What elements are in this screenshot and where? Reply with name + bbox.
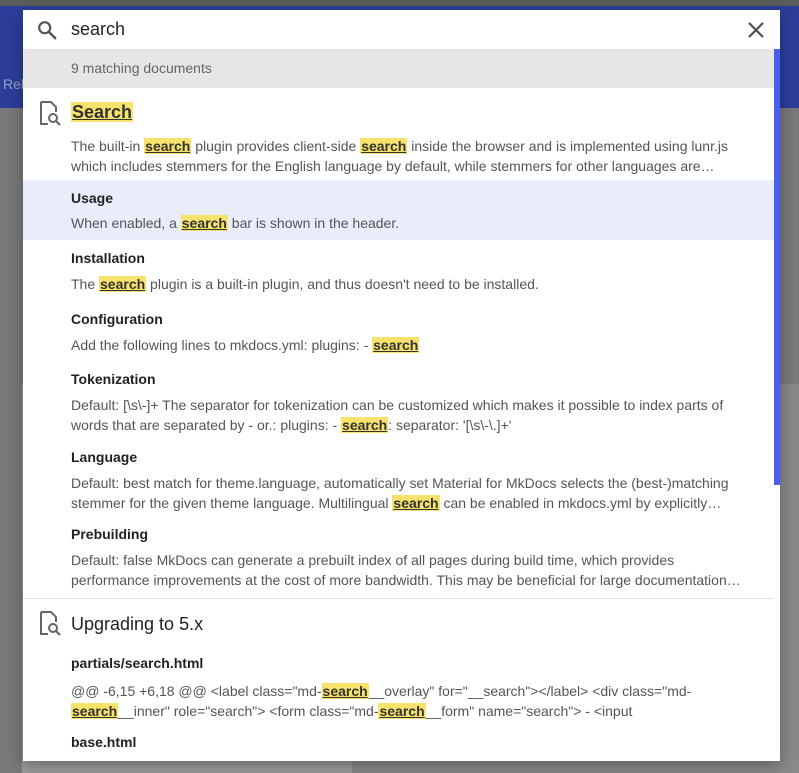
result-item-active[interactable]: Usage When enabled, a search bar is show… <box>23 180 774 240</box>
search-dialog: 9 matching documents Search The built-in… <box>23 10 780 761</box>
result-item-title: Installation <box>71 250 145 266</box>
result-snippet: Add the following lines to mkdocs.yml: p… <box>71 337 420 353</box>
result-document[interactable]: Search The built-in search plugin provid… <box>23 88 780 600</box>
top-strip <box>0 0 799 6</box>
result-item[interactable]: The built-in search plugin provides clie… <box>23 133 774 180</box>
result-item[interactable]: partials/search.html @@ -6,15 +6,18 @@ <… <box>23 645 774 727</box>
result-snippet: When enabled, a search bar is shown in t… <box>71 215 400 231</box>
result-item[interactable]: base.html <box>23 727 774 761</box>
result-item[interactable]: Language Default: best match for theme.l… <box>23 439 774 516</box>
result-count: 9 matching documents <box>23 49 780 88</box>
result-item-title: Prebuilding <box>71 526 148 542</box>
result-item-title: base.html <box>71 734 137 750</box>
search-results: 9 matching documents Search The built-in… <box>23 49 780 761</box>
result-item[interactable]: Configuration Add the following lines to… <box>23 301 774 361</box>
search-bar <box>23 10 780 49</box>
document-search-icon <box>40 101 61 126</box>
result-item[interactable]: Tokenization Default: [\s\-]+ The separa… <box>23 361 774 439</box>
document-title[interactable]: Upgrading to 5.x <box>71 614 203 635</box>
scrollbar-track[interactable] <box>774 49 780 761</box>
result-item-title: partials/search.html <box>71 655 204 671</box>
close-icon[interactable] <box>745 19 767 41</box>
result-snippet: The search plugin is a built-in plugin, … <box>71 276 539 292</box>
result-item-title: Language <box>71 449 138 465</box>
result-snippet: @@ -6,15 +6,18 @@ <label class="md-searc… <box>71 683 692 719</box>
result-snippet: Default: best match for theme.language, … <box>71 475 729 511</box>
header-tab-fragment: Rel <box>3 76 25 92</box>
result-item-title: Configuration <box>71 311 163 327</box>
document-search-icon <box>40 611 61 636</box>
result-item-title: Tokenization <box>71 371 156 387</box>
result-document[interactable]: Upgrading to 5.x partials/search.html @@… <box>23 599 774 761</box>
search-input[interactable] <box>71 17 711 41</box>
result-snippet: Default: [\s\-]+ The separator for token… <box>71 397 724 433</box>
result-item-title: Usage <box>71 190 114 206</box>
search-icon <box>38 21 57 40</box>
result-snippet: Default: false MkDocs can generate a pre… <box>71 552 741 588</box>
result-item[interactable]: Installation The search plugin is a buil… <box>23 240 774 301</box>
scrollbar-thumb[interactable] <box>774 49 780 485</box>
document-title[interactable]: Search <box>71 102 134 123</box>
result-snippet: The built-in search plugin provides clie… <box>71 138 728 174</box>
result-item[interactable]: Prebuilding Default: false MkDocs can ge… <box>23 516 774 598</box>
